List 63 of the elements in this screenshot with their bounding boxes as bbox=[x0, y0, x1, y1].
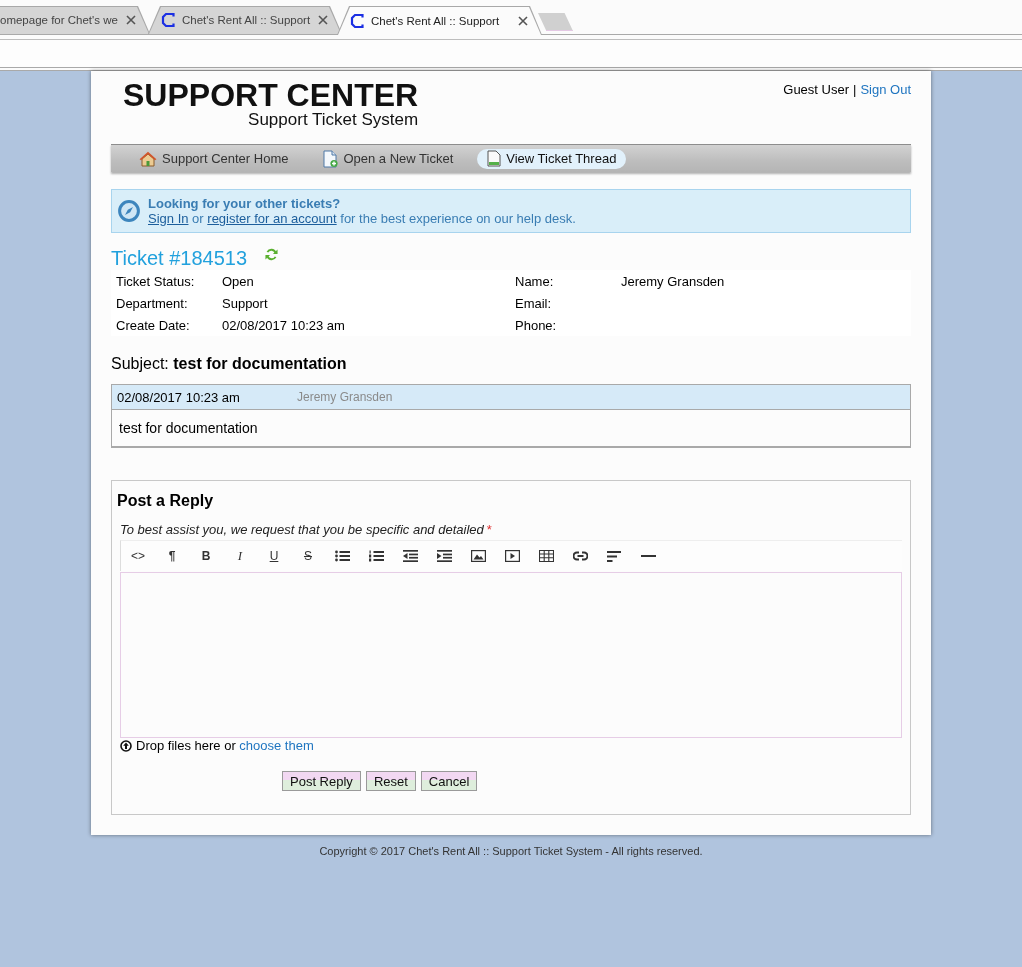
user-name: Guest User bbox=[783, 82, 849, 97]
logo-subtitle: Support Ticket System bbox=[248, 110, 419, 129]
subject-line: Subject: test for documentation bbox=[111, 354, 348, 374]
nav-tab[interactable]: Support Center Home bbox=[129, 148, 299, 169]
separator-text: | bbox=[853, 82, 857, 97]
close-icon[interactable] bbox=[518, 15, 528, 26]
choose-files-link[interactable]: choose them bbox=[239, 738, 314, 753]
play-video-icon bbox=[504, 550, 520, 562]
field-value: 02/08/2017 10:23 am bbox=[222, 317, 346, 333]
entry-author: Jeremy Gransden bbox=[297, 390, 393, 404]
outdent-icon bbox=[402, 550, 418, 562]
new-document-icon bbox=[322, 149, 339, 168]
bold-button[interactable]: B bbox=[189, 544, 223, 568]
table-icon bbox=[538, 550, 554, 562]
house-icon bbox=[139, 150, 157, 167]
reset-button[interactable]: Reset bbox=[365, 771, 416, 791]
italic-button[interactable]: I bbox=[223, 544, 257, 568]
required-mark: * bbox=[486, 522, 492, 538]
nav-tab[interactable]: Open a New Ticket bbox=[312, 148, 464, 169]
notice-title: Looking for your other tickets? bbox=[148, 196, 342, 211]
document-icon bbox=[487, 150, 502, 167]
entry-date: 02/08/2017 10:23 am bbox=[117, 389, 241, 405]
close-icon[interactable] bbox=[126, 15, 136, 25]
field-value: Support bbox=[222, 295, 269, 311]
underline-button[interactable]: U bbox=[257, 544, 291, 568]
post-reply-button[interactable]: Post Reply bbox=[282, 771, 361, 791]
horizontal-rule-icon bbox=[640, 555, 656, 557]
compass-icon bbox=[118, 200, 140, 222]
field-label: Email: bbox=[515, 295, 553, 311]
reply-title: Post a Reply bbox=[117, 491, 215, 511]
field-value: Jeremy Gransden bbox=[621, 273, 726, 289]
field-label: Name: bbox=[515, 273, 555, 289]
notice-link[interactable]: register for an account bbox=[207, 211, 337, 226]
sign-out-link[interactable]: Sign Out bbox=[860, 82, 911, 97]
cancel-button[interactable]: Cancel bbox=[420, 771, 478, 791]
indent-icon bbox=[436, 550, 452, 562]
field-label: Create Date: bbox=[116, 317, 191, 333]
refresh-icon[interactable] bbox=[265, 248, 278, 261]
logo-title: SUPPORT CENTER bbox=[123, 80, 419, 110]
close-icon[interactable] bbox=[318, 15, 328, 25]
reply-instructions: To best assist you, we request that you be specific and detailed bbox=[120, 522, 484, 538]
ticket-title: Ticket #184513 bbox=[111, 245, 247, 270]
field-label: Ticket Status: bbox=[116, 273, 196, 289]
browser-tab[interactable]: Chet's Rent All :: Support bbox=[337, 6, 542, 35]
field-label: Phone: bbox=[515, 317, 558, 333]
link-icon bbox=[572, 551, 588, 561]
image-icon bbox=[470, 550, 486, 562]
strikethrough-button[interactable]: S bbox=[291, 544, 325, 568]
footer-copyright: Copyright © 2017 Chet's Rent All :: Support Ticket System - All rights reserved. bbox=[318, 845, 704, 857]
upload-icon bbox=[120, 739, 132, 752]
field-value: Open bbox=[222, 273, 255, 289]
numbered-list-icon bbox=[368, 550, 384, 562]
code-view-button[interactable]: <> bbox=[121, 544, 155, 568]
field-label: Department: bbox=[116, 295, 189, 311]
notice-text: Sign In or register for an account for the best experience on our help desk. bbox=[148, 211, 576, 226]
notice-link[interactable]: Sign In bbox=[148, 211, 189, 226]
align-left-icon bbox=[607, 550, 621, 562]
bullet-list-icon bbox=[334, 550, 350, 562]
nav-tab[interactable]: View Ticket Thread bbox=[477, 148, 627, 169]
drop-files-text: Drop files here or choose them bbox=[136, 738, 314, 753]
browser-tab[interactable]: omepage for Chet's we bbox=[0, 6, 150, 34]
paragraph-button[interactable]: ¶ bbox=[155, 544, 189, 568]
message-body: test for documentation bbox=[119, 420, 258, 436]
